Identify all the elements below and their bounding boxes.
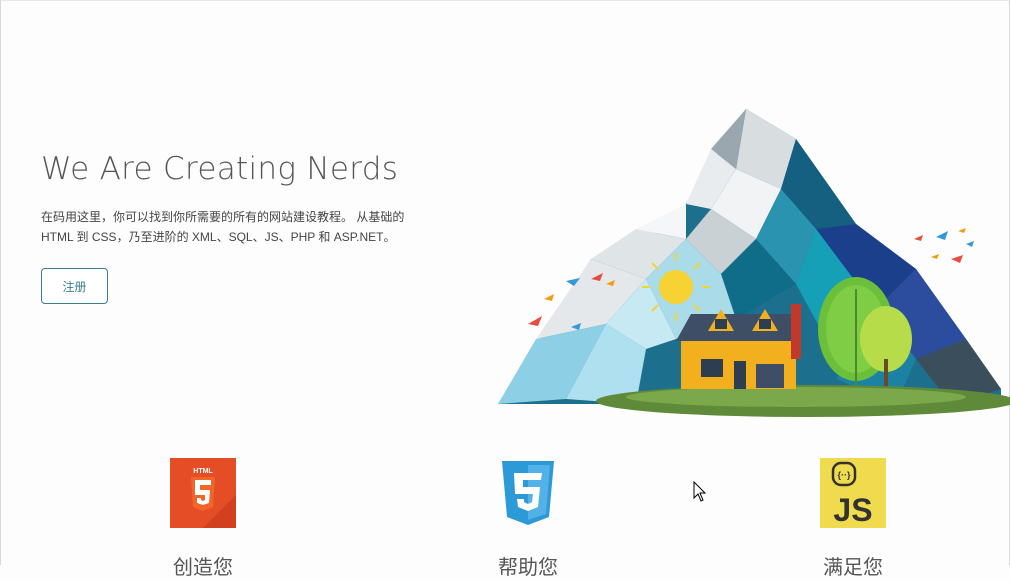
html5-icon: HTML <box>169 457 237 529</box>
feature-html[interactable]: HTML 创造您 <box>148 457 258 580</box>
mountain-house-illustration <box>498 109 1010 417</box>
feature-js[interactable]: {··} JS 满足您 <box>798 457 908 580</box>
svg-text:HTML: HTML <box>193 468 213 475</box>
mouse-cursor-icon <box>693 481 707 502</box>
javascript-icon: {··} JS <box>819 457 887 529</box>
feature-css-label: 帮助您 <box>498 557 558 579</box>
signup-button[interactable]: 注册 <box>41 268 108 304</box>
feature-js-label: 满足您 <box>823 557 883 579</box>
feature-html-label: 创造您 <box>173 557 233 579</box>
svg-text:{··}: {··} <box>838 470 851 480</box>
hero-title: We Are Creating Nerds <box>41 151 399 187</box>
css3-icon <box>494 457 562 529</box>
feature-css[interactable]: 帮助您 <box>473 457 583 580</box>
hero-description: 在码用这里，你可以找到你所需要的所有的网站建设教程。 从基础的 HTML 到 C… <box>41 210 405 244</box>
svg-text:JS: JS <box>833 492 872 528</box>
